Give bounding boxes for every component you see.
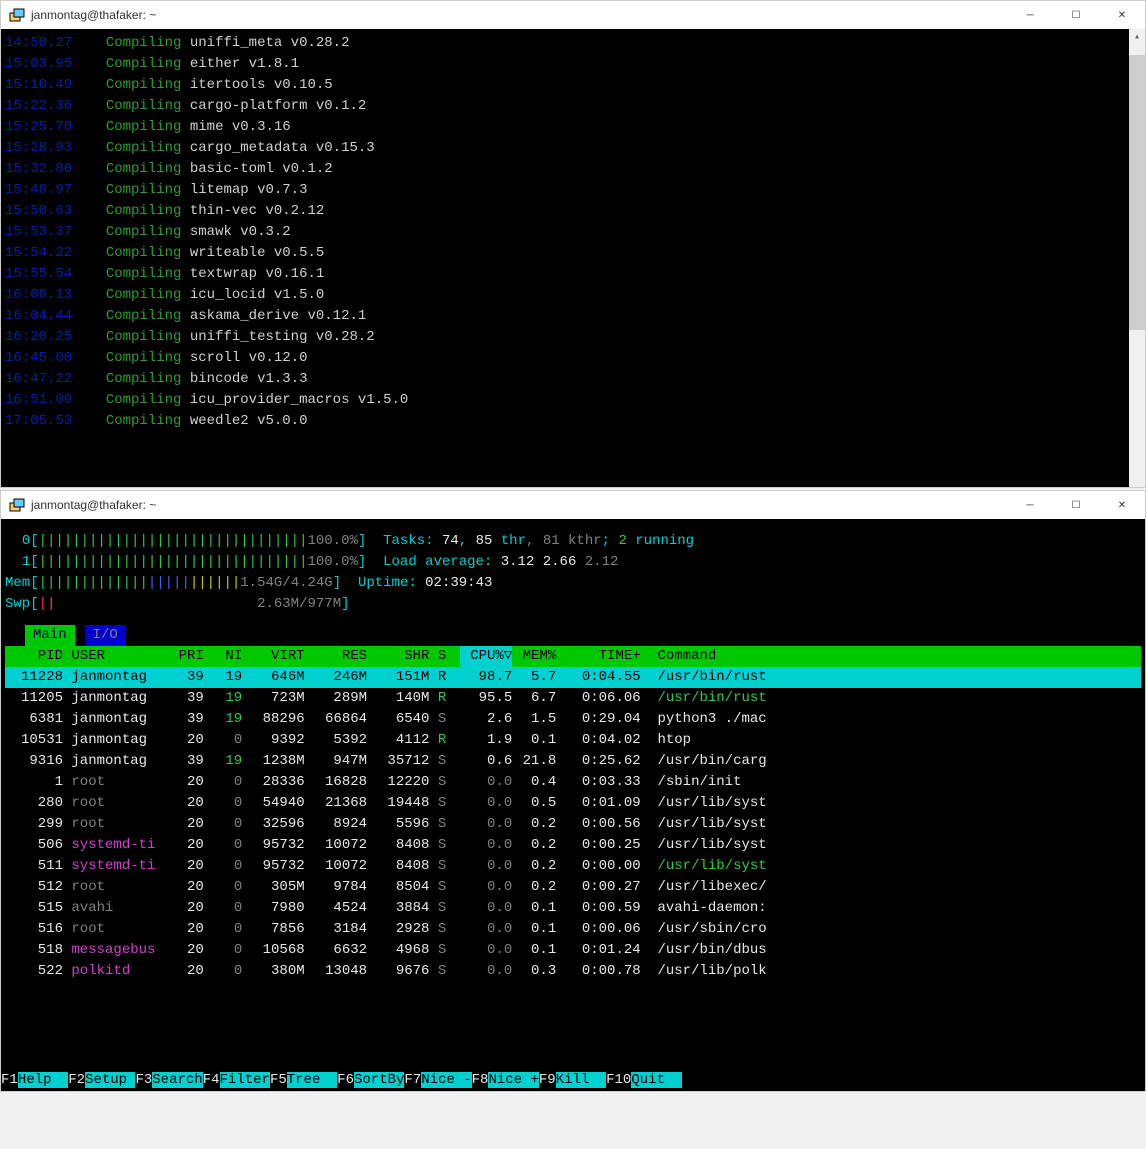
compile-line: 16:00.13 Compiling icu_locid v1.5.0 [5, 285, 1141, 306]
titlebar-cargo[interactable]: janmontag@thafaker: ~ ─ ☐ ✕ [1, 1, 1145, 29]
compile-line: 15:25.70 Compiling mime v0.3.16 [5, 117, 1141, 138]
titlebar-htop[interactable]: janmontag@thafaker: ~ ─ ☐ ✕ [1, 491, 1145, 519]
process-row[interactable]: 11205 janmontag 39 19 723M 289M 140M R 9… [5, 688, 1141, 709]
process-row[interactable]: 512 root 20 0 305M 9784 8504 S 0.00.2 0:… [5, 877, 1141, 898]
fkey-label-F9[interactable]: Kill [556, 1072, 606, 1088]
fkey-F6[interactable]: F6 [337, 1072, 354, 1088]
putty-icon [9, 7, 25, 23]
putty-icon [9, 497, 25, 513]
process-row[interactable]: 522 polkitd 20 0 380M 13048 9676 S 0.00.… [5, 961, 1141, 982]
swp-meter: Swp[|| 2.63M/977M] [5, 594, 1141, 615]
compile-line: 15:54.22 Compiling writeable v0.5.5 [5, 243, 1141, 264]
fkey-label-F7[interactable]: Nice - [421, 1072, 471, 1088]
process-header[interactable]: PID USER PRI NI VIRT RES SHR S CPU%▽MEM%… [5, 646, 1141, 667]
fkey-F5[interactable]: F5 [270, 1072, 287, 1088]
cpu1-meter: 1[||||||||||||||||||||||||||||||||100.0%… [5, 552, 1141, 573]
process-row[interactable]: 10531 janmontag 20 0 9392 5392 4112 R 1.… [5, 730, 1141, 751]
compile-line: 17:05.53 Compiling weedle2 v5.0.0 [5, 411, 1141, 432]
fkey-F8[interactable]: F8 [472, 1072, 489, 1088]
close-button[interactable]: ✕ [1099, 491, 1145, 519]
fkey-F3[interactable]: F3 [135, 1072, 152, 1088]
cpu0-meter: 0[||||||||||||||||||||||||||||||||100.0%… [5, 531, 1141, 552]
tab-io[interactable]: I/O [85, 625, 126, 646]
compile-line: 14:50.27 Compiling uniffi_meta v0.28.2 [5, 33, 1141, 54]
process-row[interactable]: 506 systemd-ti 20 0 95732 10072 8408 S 0… [5, 835, 1141, 856]
window-controls-1: ─ ☐ ✕ [1007, 1, 1145, 29]
tab-main[interactable]: Main [25, 625, 75, 646]
compile-line: 15:50.63 Compiling thin-vec v0.2.12 [5, 201, 1141, 222]
putty-window-htop: janmontag@thafaker: ~ ─ ☐ ✕ 0[||||||||||… [0, 490, 1146, 1092]
fkey-label-F1[interactable]: Help [18, 1072, 68, 1088]
compile-line: 16:45.00 Compiling scroll v0.12.0 [5, 348, 1141, 369]
compile-line: 15:10.49 Compiling itertools v0.10.5 [5, 75, 1141, 96]
process-row[interactable]: 9316 janmontag 39 19 1238M 947M 35712 S … [5, 751, 1141, 772]
compile-line: 15:28.93 Compiling cargo_metadata v0.15.… [5, 138, 1141, 159]
process-row[interactable]: 6381 janmontag 39 19 88296 66864 6540 S … [5, 709, 1141, 730]
fkey-label-F10[interactable]: Quit [631, 1072, 681, 1088]
window-title-2: janmontag@thafaker: ~ [31, 498, 156, 512]
compile-line: 15:53.37 Compiling smawk v0.3.2 [5, 222, 1141, 243]
minimize-button[interactable]: ─ [1007, 1, 1053, 29]
fkey-label-F6[interactable]: SortBy [354, 1072, 404, 1088]
fkey-label-F3[interactable]: Search [152, 1072, 202, 1088]
process-row[interactable]: 516 root 20 0 7856 3184 2928 S 0.00.1 0:… [5, 919, 1141, 940]
fkey-F2[interactable]: F2 [68, 1072, 85, 1088]
process-row[interactable]: 1 root 20 0 28336 16828 12220 S 0.00.4 0… [5, 772, 1141, 793]
tab-bar: Main I/O [25, 625, 1141, 646]
function-key-bar: F1Help F2Setup F3SearchF4FilterF5Tree F6… [1, 1070, 1145, 1091]
fkey-F7[interactable]: F7 [404, 1072, 421, 1088]
fkey-label-F8[interactable]: Nice + [488, 1072, 538, 1088]
compile-line: 15:03.95 Compiling either v1.8.1 [5, 54, 1141, 75]
putty-window-cargo: janmontag@thafaker: ~ ─ ☐ ✕ 14:50.27 Com… [0, 0, 1146, 488]
fkey-label-F2[interactable]: Setup [85, 1072, 135, 1088]
scrollbar-thumb[interactable] [1129, 55, 1145, 330]
mem-meter: Mem[||||||||||||||||||||||||1.54G/4.24G]… [5, 573, 1141, 594]
maximize-button[interactable]: ☐ [1053, 491, 1099, 519]
fkey-label-F4[interactable]: Filter [220, 1072, 270, 1088]
minimize-button[interactable]: ─ [1007, 491, 1053, 519]
compile-line: 15:32.80 Compiling basic-toml v0.1.2 [5, 159, 1141, 180]
fkey-label-F5[interactable]: Tree [287, 1072, 337, 1088]
fkey-F1[interactable]: F1 [1, 1072, 18, 1088]
fkey-F4[interactable]: F4 [203, 1072, 220, 1088]
terminal-cargo[interactable]: 14:50.27 Compiling uniffi_meta v0.28.215… [1, 29, 1145, 487]
compile-line: 15:55.54 Compiling textwrap v0.16.1 [5, 264, 1141, 285]
window-controls-2: ─ ☐ ✕ [1007, 491, 1145, 519]
process-row[interactable]: 515 avahi 20 0 7980 4524 3884 S 0.00.1 0… [5, 898, 1141, 919]
fkey-F9[interactable]: F9 [539, 1072, 556, 1088]
scrollbar-1[interactable]: ▴ [1129, 29, 1145, 487]
compile-line: 16:51.09 Compiling icu_provider_macros v… [5, 390, 1141, 411]
window-title-1: janmontag@thafaker: ~ [31, 8, 156, 22]
compile-line: 16:04.44 Compiling askama_derive v0.12.1 [5, 306, 1141, 327]
compile-line: 15:22.36 Compiling cargo-platform v0.1.2 [5, 96, 1141, 117]
maximize-button[interactable]: ☐ [1053, 1, 1099, 29]
process-row[interactable]: 11228 janmontag 39 19 646M 246M 151M R 9… [5, 667, 1141, 688]
compile-line: 16:47.22 Compiling bincode v1.3.3 [5, 369, 1141, 390]
process-row[interactable]: 299 root 20 0 32596 8924 5596 S 0.00.2 0… [5, 814, 1141, 835]
close-button[interactable]: ✕ [1099, 1, 1145, 29]
compile-line: 16:20.25 Compiling uniffi_testing v0.28.… [5, 327, 1141, 348]
compile-line: 15:48.97 Compiling litemap v0.7.3 [5, 180, 1141, 201]
terminal-htop[interactable]: 0[||||||||||||||||||||||||||||||||100.0%… [1, 519, 1145, 1091]
fkey-F10[interactable]: F10 [606, 1072, 631, 1088]
process-row[interactable]: 518 messagebus 20 0 10568 6632 4968 S 0.… [5, 940, 1141, 961]
process-row[interactable]: 511 systemd-ti 20 0 95732 10072 8408 S 0… [5, 856, 1141, 877]
process-row[interactable]: 280 root 20 0 54940 21368 19448 S 0.00.5… [5, 793, 1141, 814]
